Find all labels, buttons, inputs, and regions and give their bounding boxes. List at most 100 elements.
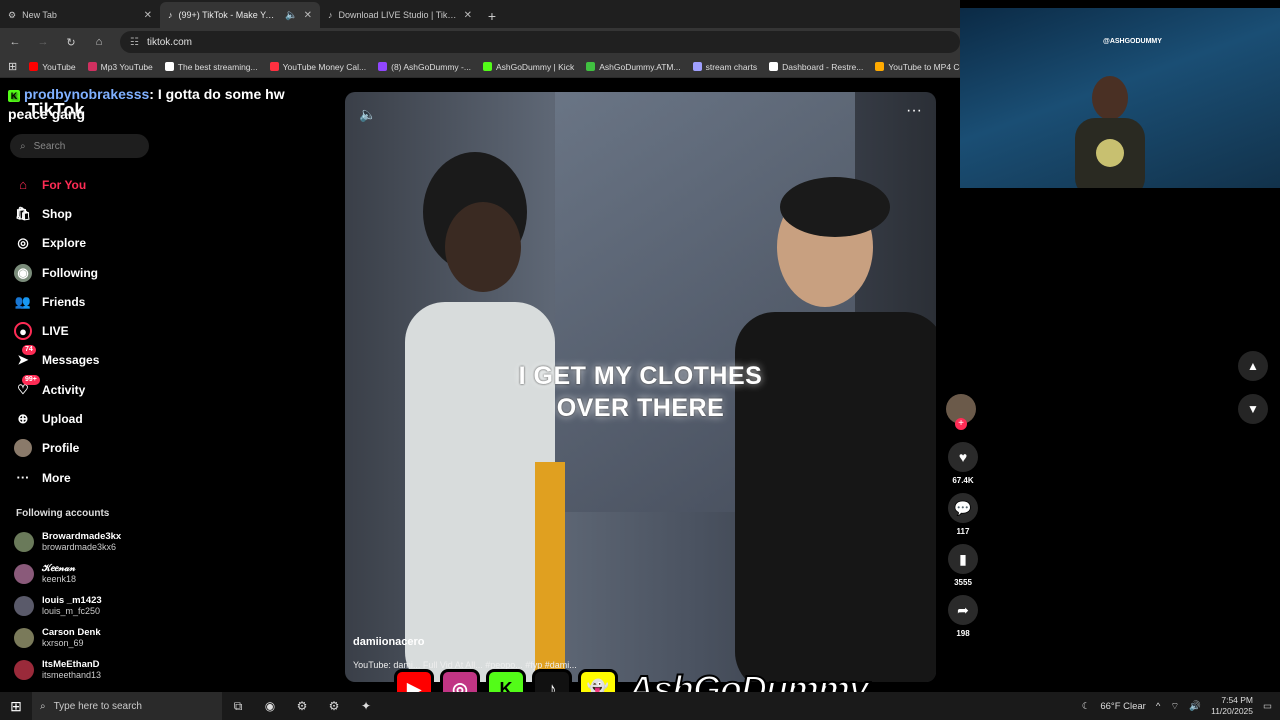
nav-activity[interactable]: ♡ 99+ Activity bbox=[14, 374, 164, 404]
nav-label: LIVE bbox=[42, 324, 69, 339]
bookmark-icon bbox=[269, 62, 279, 71]
clock[interactable]: 7:54 PM 11/20/2025 bbox=[1211, 695, 1253, 717]
tab-title: Download LIVE Studio | TikTok bbox=[338, 10, 458, 20]
account-item[interactable]: 𝒦𝑒𝑒𝓃𝒶𝓃 keenk18 bbox=[14, 558, 164, 590]
search-input[interactable]: ⌕ Search bbox=[10, 134, 149, 158]
nav-for-you[interactable]: ⌂ For You bbox=[14, 170, 164, 199]
notifications-icon[interactable]: ▭ bbox=[1263, 701, 1272, 712]
settings-icon[interactable]: ⚙ bbox=[318, 692, 350, 720]
back-arrow-icon[interactable]: ← bbox=[8, 35, 22, 49]
bookmark[interactable]: Mp3 YouTube bbox=[87, 61, 153, 72]
weather-text[interactable]: 66°F Clear bbox=[1100, 701, 1146, 712]
reload-icon[interactable]: ↻ bbox=[64, 35, 78, 49]
bookmark[interactable]: Dashboard - Restre... bbox=[769, 62, 863, 72]
account-name: Carson Denk bbox=[42, 627, 101, 638]
bookmark[interactable]: YouTube Money Cal... bbox=[269, 62, 366, 72]
volume-icon[interactable]: 🔊 bbox=[1189, 701, 1201, 712]
account-handle: browardmade3kx6 bbox=[42, 542, 117, 552]
close-icon[interactable]: ✕ bbox=[304, 10, 312, 21]
bookmark[interactable]: stream charts bbox=[692, 61, 758, 72]
bookmark[interactable]: YouTube bbox=[29, 61, 76, 72]
previous-video-button[interactable]: ▲ bbox=[1238, 351, 1268, 381]
app-icon[interactable]: ◉ bbox=[254, 692, 286, 720]
following-avatar-icon: ◉ bbox=[14, 263, 32, 282]
nav-shop[interactable]: 🛍 Shop bbox=[14, 199, 164, 228]
tiktok-icon: ♪ bbox=[328, 10, 333, 20]
copilot-icon[interactable]: ✦ bbox=[350, 692, 382, 720]
browser-tab-bar: ⚙ New Tab ✕ ♪ (99+) TikTok - Make Your D… bbox=[0, 0, 960, 28]
share-button[interactable]: ➦ 198 bbox=[946, 595, 980, 638]
account-name: 𝒦𝑒𝑒𝓃𝒶𝓃 bbox=[42, 563, 76, 574]
bookmark[interactable]: AshGoDummy | Kick bbox=[482, 61, 575, 72]
caption-line: OVER THERE bbox=[556, 394, 725, 422]
like-count: 67.4K bbox=[952, 476, 974, 485]
windows-start-icon[interactable]: ⊞ bbox=[0, 692, 32, 720]
search-placeholder: Search bbox=[33, 140, 66, 152]
following-accounts-list: Browardmade3kx browardmade3kx6 𝒦𝑒𝑒𝓃𝒶𝓃 keen… bbox=[14, 526, 164, 686]
nav-profile[interactable]: Profile bbox=[14, 434, 164, 463]
streamer-handle: @ASHGODUMMY bbox=[1103, 38, 1162, 45]
home-icon[interactable]: ⌂ bbox=[92, 35, 106, 49]
tab-live-studio[interactable]: ♪ Download LIVE Studio | TikTok ✕ bbox=[320, 2, 480, 28]
bookmark-label: AshGoDummy | Kick bbox=[495, 61, 575, 72]
taskbar-search[interactable]: ⌕ Type here to search bbox=[32, 692, 222, 720]
nav-live[interactable]: ● LIVE bbox=[14, 316, 164, 345]
volume-icon[interactable]: 🔈 bbox=[359, 106, 376, 123]
nav-label: Upload bbox=[42, 412, 83, 427]
nav-following[interactable]: ◉ Following bbox=[14, 258, 164, 287]
nav-more[interactable]: ··· More bbox=[14, 463, 164, 492]
close-icon[interactable]: ✕ bbox=[144, 10, 152, 21]
bookmark-label: YouTube to MP4 Co... bbox=[888, 61, 960, 72]
twitch-icon bbox=[378, 62, 388, 71]
next-video-button[interactable]: ▼ bbox=[1238, 394, 1268, 424]
nav-explore[interactable]: ◎ Explore bbox=[14, 229, 164, 258]
creator-avatar[interactable]: + bbox=[946, 394, 976, 430]
new-tab-button[interactable]: + bbox=[480, 4, 504, 28]
account-item[interactable]: Browardmade3kx browardmade3kx6 bbox=[14, 526, 164, 558]
compass-icon: ◎ bbox=[17, 235, 29, 251]
comment-button[interactable]: 💬 117 bbox=[946, 493, 980, 536]
account-item[interactable]: ItsMeEthanD itsmeethand13 bbox=[14, 654, 164, 686]
url-field[interactable]: ☷ tiktok.com bbox=[120, 31, 960, 53]
nav-label: Activity bbox=[42, 382, 86, 397]
nav-friends[interactable]: 👥 Friends bbox=[14, 287, 164, 316]
search-icon: ⌕ bbox=[40, 700, 46, 712]
nav-messages[interactable]: ➤ 74 Messages bbox=[14, 345, 164, 375]
video-author[interactable]: damiionacero bbox=[353, 636, 425, 648]
bookmark-label: YouTube bbox=[42, 61, 76, 72]
share-arrow-icon: ➦ bbox=[948, 595, 978, 625]
close-icon[interactable]: ✕ bbox=[464, 10, 472, 21]
bookmark-label: Mp3 YouTube bbox=[100, 61, 153, 72]
bookmark[interactable]: The best streaming... bbox=[164, 62, 258, 72]
bookmark-label: stream charts bbox=[705, 61, 758, 72]
like-button[interactable]: ♥ 67.4K bbox=[946, 442, 980, 485]
steam-icon[interactable]: ⚙ bbox=[286, 692, 318, 720]
bookmarks-bar: ⊞ YouTube Mp3 YouTube The best streaming… bbox=[0, 56, 960, 78]
video-person-right bbox=[735, 177, 936, 682]
video-player[interactable]: I GET MY CLOTHES OVER THERE 🔈 ··· damiio… bbox=[345, 92, 936, 682]
bookmark[interactable]: (8) AshGoDummy -... bbox=[378, 62, 471, 72]
network-icon[interactable]: ⌔ bbox=[1170, 701, 1179, 712]
search-icon: ⌕ bbox=[20, 140, 26, 152]
task-view-icon[interactable]: ⧉ bbox=[222, 692, 254, 720]
site-info-icon[interactable]: ☷ bbox=[130, 37, 139, 48]
account-item[interactable]: Carson Denk kxrson_69 bbox=[14, 622, 164, 654]
chevron-up-icon[interactable]: ^ bbox=[1156, 701, 1160, 712]
tab-new-tab[interactable]: ⚙ New Tab ✕ bbox=[0, 2, 160, 28]
account-item[interactable]: louis _m1423 louis_m_fc250 bbox=[14, 590, 164, 622]
apps-grid-icon[interactable]: ⊞ bbox=[8, 60, 17, 73]
bookmark[interactable]: YouTube to MP4 Co... bbox=[875, 62, 960, 72]
nav-label: More bbox=[42, 470, 71, 485]
more-options-icon[interactable]: ··· bbox=[906, 102, 922, 120]
save-button[interactable]: ▮ 3555 bbox=[946, 544, 980, 587]
bookmark[interactable]: AshGoDummy.ATM... bbox=[586, 62, 681, 72]
tab-tiktok[interactable]: ♪ (99+) TikTok - Make Your Day 🔈 ✕ bbox=[160, 2, 320, 28]
account-handle: kxrson_69 bbox=[42, 638, 84, 648]
messages-badge: 74 bbox=[22, 345, 36, 356]
forward-arrow-icon[interactable]: → bbox=[36, 35, 50, 49]
speaker-icon[interactable]: 🔈 bbox=[285, 10, 297, 21]
avatar bbox=[14, 532, 34, 552]
shop-bag-icon: 🛍 bbox=[14, 205, 32, 221]
follow-plus-icon[interactable]: + bbox=[955, 418, 967, 430]
nav-upload[interactable]: ⊕ Upload bbox=[14, 404, 164, 433]
